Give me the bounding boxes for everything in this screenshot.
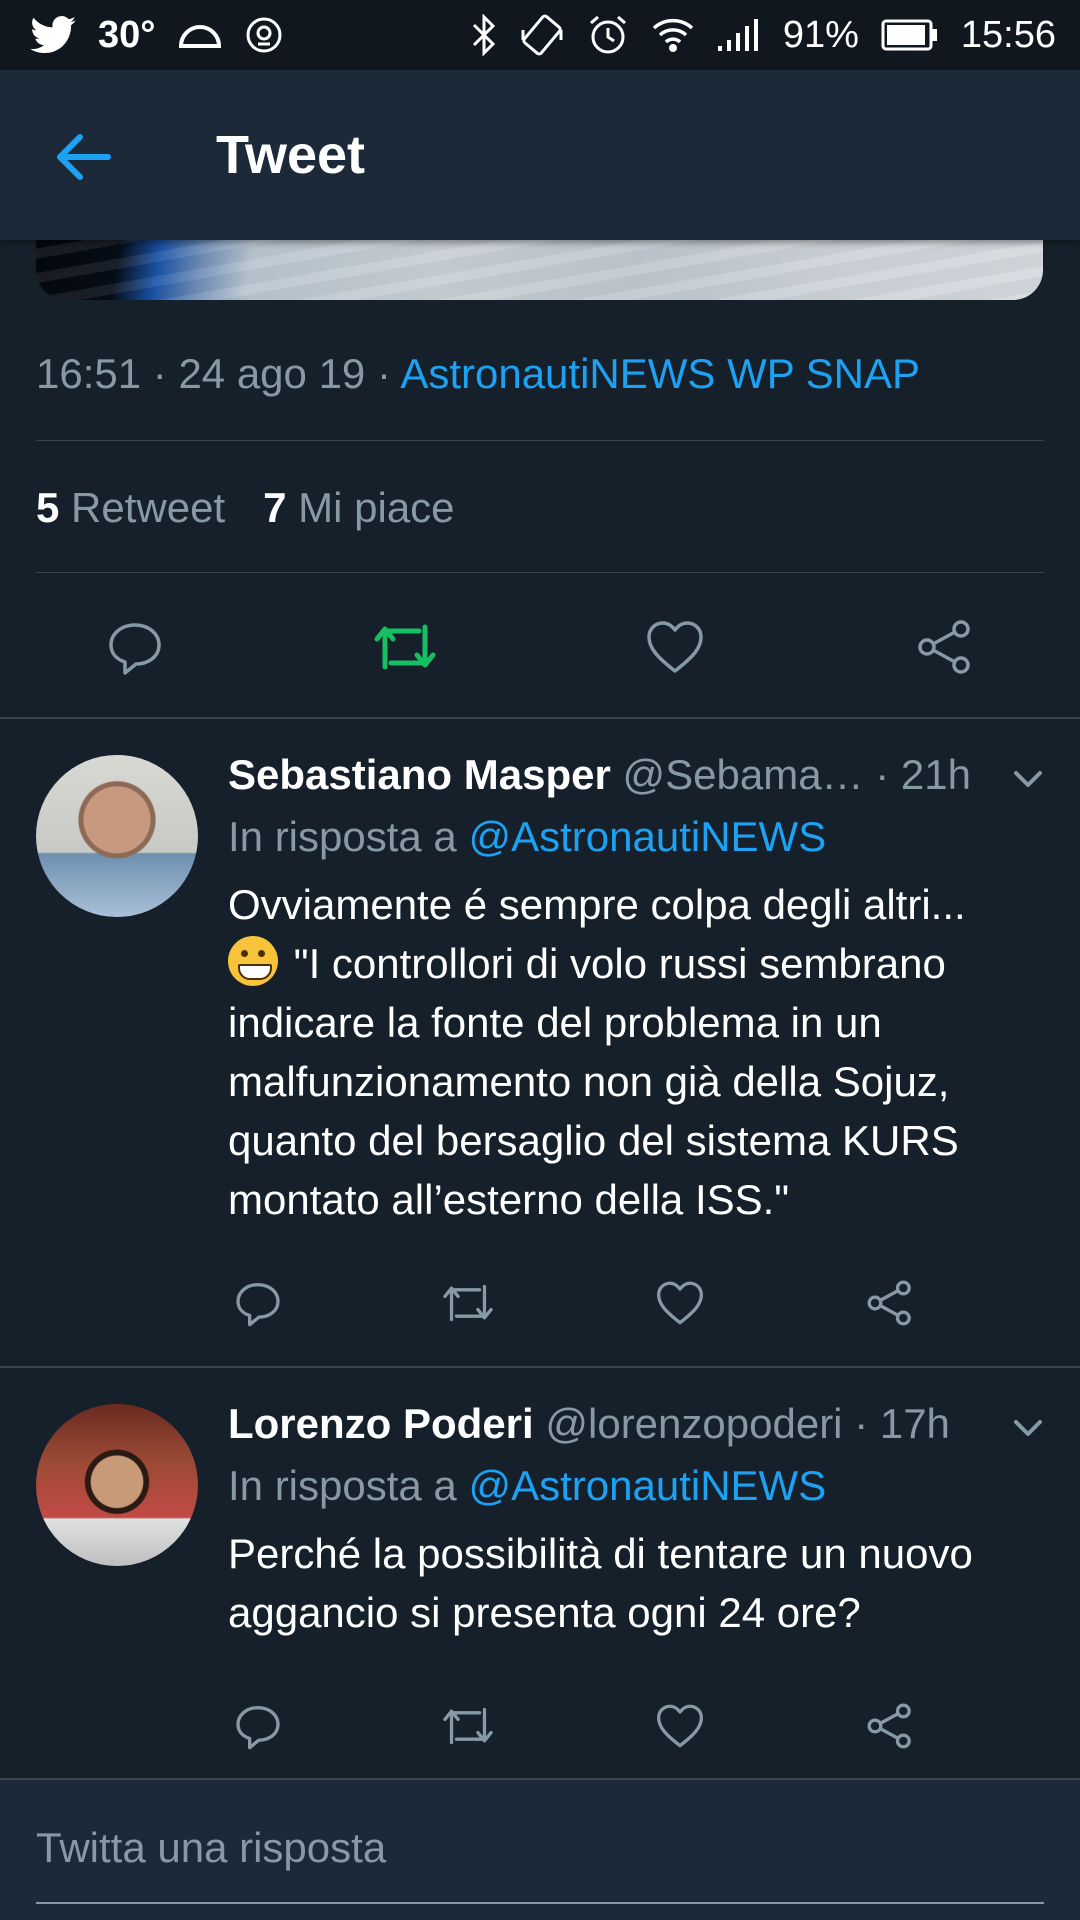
reply-actions (0, 1698, 1080, 1758)
reply-icon[interactable] (100, 612, 170, 682)
reply-tweet[interactable]: Sebastiano Masper @Sebama… · 21h In risp… (0, 719, 1080, 1365)
retweet-icon[interactable] (370, 612, 440, 682)
divider (36, 440, 1044, 441)
reply-author-handle[interactable]: @Sebama… (622, 751, 863, 798)
retweet-icon[interactable] (440, 1275, 496, 1331)
reply-input[interactable]: Twitta una risposta (36, 1824, 386, 1872)
avatar[interactable] (36, 755, 198, 917)
like-icon[interactable] (652, 1275, 708, 1331)
tweet-stats: 5 Retweet 7 Mi piace (36, 484, 455, 532)
input-underline (36, 1902, 1044, 1904)
location-icon (245, 16, 283, 54)
reply-composer: Twitta una risposta (0, 1780, 1080, 1920)
divider (36, 572, 1044, 573)
temperature-text: 30° (98, 13, 156, 56)
tweet-source-link[interactable]: AstronautiNEWS WP SNAP (400, 350, 920, 397)
likes-stat[interactable]: 7 Mi piace (263, 484, 454, 531)
reply-author-name[interactable]: Sebastiano Masper (228, 751, 611, 798)
bluetooth-icon (471, 14, 497, 56)
back-arrow-icon[interactable] (52, 125, 116, 189)
reply-header: Sebastiano Masper @Sebama… · 21h (228, 751, 971, 798)
reply-author-handle[interactable]: @lorenzopoderi (545, 1400, 842, 1447)
battery-percent: 91% (782, 13, 859, 56)
reply-time: 21h (900, 751, 971, 798)
avatar[interactable] (36, 1404, 198, 1566)
reply-actions (0, 1275, 1080, 1335)
cloud-icon (177, 20, 223, 50)
reply-text: Ovviamente é sempre colpa degli altri...… (228, 881, 966, 1223)
share-icon[interactable] (910, 612, 980, 682)
tweet-time: 16:51 (36, 350, 142, 397)
reply-icon[interactable] (230, 1698, 286, 1754)
reply-text: Perché la possibilità di tentare un nuov… (228, 1530, 973, 1636)
reply-header: Lorenzo Poderi @lorenzopoderi · 17h (228, 1400, 950, 1447)
reply-to-link[interactable]: @AstronautiNEWS (468, 1462, 826, 1509)
reply-icon[interactable] (230, 1275, 286, 1331)
like-icon[interactable] (640, 612, 710, 682)
reply-context: In risposta a @AstronautiNEWS (228, 1462, 827, 1509)
signal-icon (717, 18, 761, 52)
tweet-actions (0, 612, 1080, 682)
battery-icon (881, 19, 939, 51)
share-icon[interactable] (862, 1698, 918, 1754)
twitter-icon (30, 16, 76, 54)
rotate-icon (519, 12, 565, 58)
share-icon[interactable] (862, 1275, 918, 1331)
reply-time: 17h (879, 1400, 950, 1447)
retweets-stat[interactable]: 5 Retweet (36, 484, 225, 531)
page-title: Tweet (216, 125, 366, 185)
reply-tweet[interactable]: Lorenzo Poderi @lorenzopoderi · 17h In r… (0, 1368, 1080, 1778)
chevron-down-icon[interactable] (1008, 1408, 1048, 1448)
reply-to-link[interactable]: @AstronautiNEWS (468, 813, 826, 860)
tweet-date: 24 ago 19 (178, 350, 366, 397)
clock-time: 15:56 (960, 13, 1056, 56)
reply-context: In risposta a @AstronautiNEWS (228, 813, 827, 860)
wifi-icon (651, 15, 695, 55)
tweet-meta: 16:51 · 24 ago 19 · AstronautiNEWS WP SN… (36, 350, 921, 397)
grinning-face-emoji (228, 936, 278, 986)
top-app-bar: Tweet (0, 70, 1080, 240)
chevron-down-icon[interactable] (1008, 759, 1048, 799)
alarm-icon (587, 14, 629, 56)
status-bar: 30° 91% 15:56 (0, 0, 1080, 70)
reply-author-name[interactable]: Lorenzo Poderi (228, 1400, 534, 1447)
retweet-icon[interactable] (440, 1698, 496, 1754)
like-icon[interactable] (652, 1698, 708, 1754)
